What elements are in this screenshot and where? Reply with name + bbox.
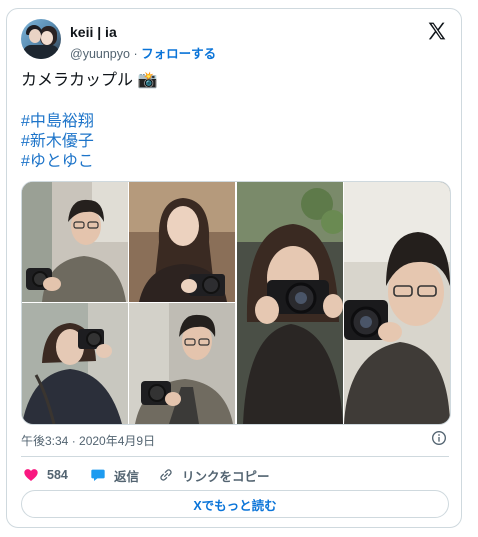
like-count: 584 [47,468,68,482]
photo-man-with-camera[interactable] [22,182,128,302]
separator-dot: · [133,47,138,61]
like-button[interactable]: 584 [23,465,68,485]
photo-grid [21,181,451,425]
photo-woman-camera-face[interactable] [22,303,128,424]
photo-man-camera-closeup[interactable] [344,182,450,424]
divider [21,456,449,457]
reply-button[interactable]: 返信 [90,465,139,485]
hashtag-list: #中島裕翔 #新木優子 #ゆとゆこ [21,112,94,172]
author-handle[interactable]: @yuunpyo [70,47,130,61]
read-more-button[interactable]: Xでもっと読む [21,490,449,518]
embedded-post-card: keii | ia @yuunpyo · フォローする カメラカップル 📸 #中… [6,8,462,528]
hashtag-link[interactable]: #ゆとゆこ [21,152,94,172]
follow-button[interactable]: フォローする [141,47,216,61]
hashtag-link[interactable]: #新木優子 [21,132,94,152]
link-icon [160,469,172,481]
copy-link-label: リンクをコピー [182,469,270,484]
x-logo-icon[interactable] [427,21,447,41]
photo-woman-with-camera[interactable] [129,182,235,302]
reply-label: 返信 [114,469,140,484]
hashtag-link[interactable]: #中島裕翔 [21,112,94,132]
post-text: カメラカップル 📸 [21,72,158,89]
reply-bubble-icon [91,469,105,481]
copy-link-button[interactable]: リンクをコピー [158,465,270,485]
info-icon[interactable] [431,430,447,446]
photo-woman-behind-camera[interactable] [237,182,343,424]
heart-icon [24,469,38,481]
author-display-name[interactable]: keii | ia [70,24,117,40]
author-handle-row: @yuunpyo · フォローする [70,43,216,62]
avatar[interactable] [21,19,61,59]
post-timestamp[interactable]: 午後3:34 · 2020年4月9日 [21,432,155,449]
photo-man-looking-down[interactable] [129,303,235,424]
